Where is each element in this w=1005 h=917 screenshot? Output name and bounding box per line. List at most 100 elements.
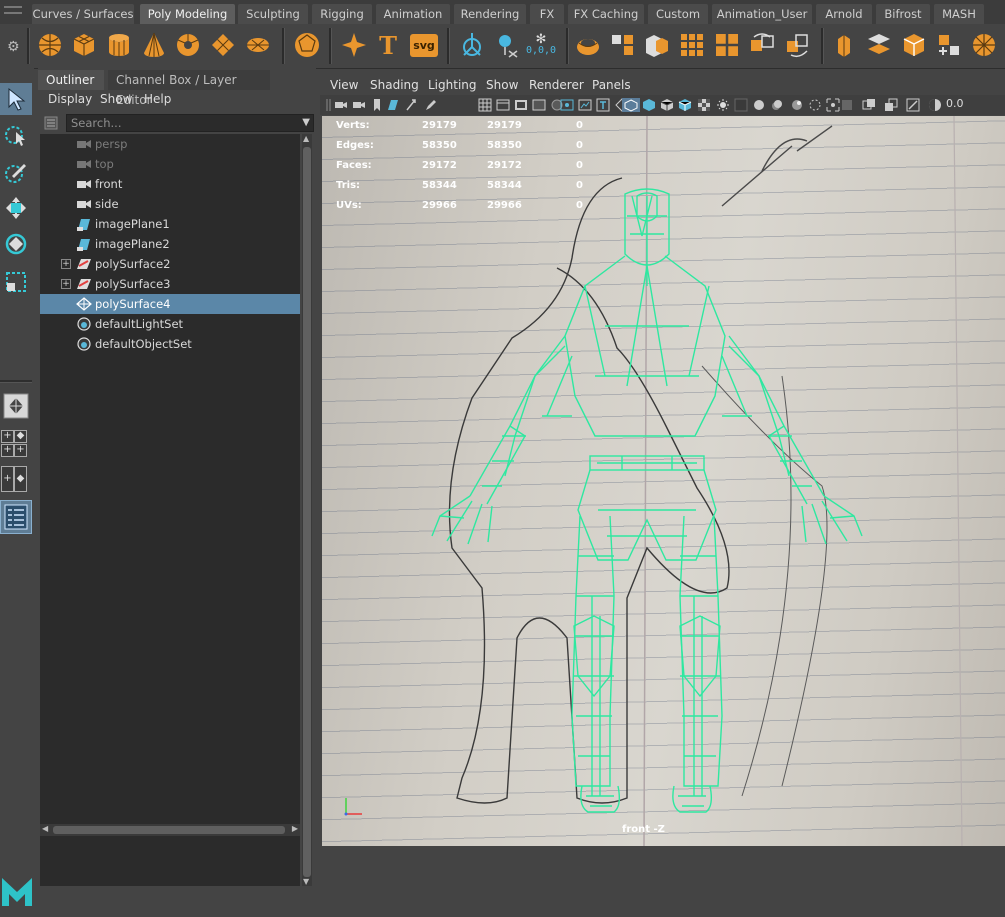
scale-tool-icon[interactable] — [0, 266, 32, 298]
exposure-value[interactable]: 0.0 — [946, 97, 964, 110]
motion-blur-icon[interactable] — [770, 98, 784, 112]
outliner-item-top[interactable]: top — [40, 154, 300, 174]
grease-pencil-icon[interactable] — [424, 98, 438, 112]
shelf-tab-animation-user[interactable]: Animation_User — [712, 4, 812, 24]
poly-cylinder-icon[interactable] — [104, 30, 134, 60]
shelf-tab-custom[interactable]: Custom — [648, 4, 708, 24]
expand-plus-icon[interactable]: + — [61, 259, 71, 269]
layout-icon[interactable]: ◆ — [14, 430, 27, 443]
shelf-tab-bifrost[interactable]: Bifrost — [876, 4, 930, 24]
xray-joints-icon[interactable] — [862, 98, 876, 112]
poly-disc-icon[interactable] — [243, 30, 273, 60]
smooth-icon[interactable] — [642, 30, 672, 60]
outliner-item-polysurface3[interactable]: + polySurface3 — [40, 274, 300, 294]
xray-components-icon[interactable] — [884, 98, 898, 112]
poly-cone-icon[interactable] — [139, 30, 169, 60]
append-polygon-icon[interactable] — [934, 30, 964, 60]
side-by-side-layout-icon[interactable]: + — [1, 466, 14, 492]
screen-space-ao-icon[interactable] — [752, 98, 766, 112]
shelf-tab-sculpting[interactable]: Sculpting — [238, 4, 308, 24]
measure-tool-icon[interactable] — [492, 30, 522, 60]
multi-cut-icon[interactable] — [969, 30, 999, 60]
scroll-up-arrow-icon[interactable]: ▲ — [303, 134, 309, 143]
outliner-item-defaultlightset[interactable]: defaultLightSet — [40, 314, 300, 334]
type-tool-icon[interactable]: T — [373, 30, 403, 60]
layout-icon[interactable]: + — [1, 444, 14, 457]
bookmark-icon[interactable] — [370, 98, 384, 112]
two-d-pan-zoom-icon[interactable] — [404, 98, 418, 112]
four-view-layout-icon[interactable]: + — [1, 430, 14, 443]
scroll-left-arrow-icon[interactable]: ◀ — [42, 824, 48, 833]
menu-display[interactable]: Display — [48, 92, 92, 106]
image-plane-toggle-icon[interactable] — [386, 98, 400, 112]
grid-toggle-icon[interactable] — [478, 98, 492, 112]
checker-textures-icon[interactable] — [697, 98, 711, 112]
outliner-item-defaultobjectset[interactable]: defaultObjectSet — [40, 334, 300, 354]
scrollbar-thumb[interactable] — [303, 147, 311, 877]
platonic-solid-icon[interactable] — [292, 30, 322, 60]
isolate-toggle-icon[interactable] — [826, 98, 840, 112]
outliner-item-side[interactable]: side — [40, 194, 300, 214]
tab-outliner[interactable]: Outliner — [38, 70, 104, 90]
outliner-item-front[interactable]: front — [40, 174, 300, 194]
menu-show[interactable]: Show — [486, 78, 518, 92]
resolution-gate-icon[interactable] — [514, 98, 528, 112]
outliner-vertical-scrollbar[interactable]: ▲ ▼ — [302, 134, 312, 886]
shelf-tab-rendering[interactable]: Rendering — [454, 4, 526, 24]
camera-attributes-icon[interactable] — [352, 98, 366, 112]
outliner-item-polysurface2[interactable]: + polySurface2 — [40, 254, 300, 274]
use-lights-icon[interactable] — [716, 98, 730, 112]
select-tool-icon[interactable] — [0, 83, 32, 115]
smooth-mesh-grid-icon[interactable] — [677, 30, 707, 60]
move-tool-icon[interactable] — [0, 192, 32, 224]
outliner-item-persp[interactable]: persp — [40, 134, 300, 154]
front-view-viewport[interactable]: Verts: 29179 29179 0 Edges: 58350 58350 … — [322, 116, 1005, 846]
select-camera-icon[interactable] — [334, 98, 348, 112]
paint-select-tool-icon[interactable] — [0, 156, 32, 188]
shadows-icon[interactable] — [734, 98, 748, 112]
poly-cube-icon[interactable] — [69, 30, 99, 60]
bridge-icon[interactable] — [864, 30, 894, 60]
safe-title-icon[interactable] — [578, 98, 592, 112]
menu-show[interactable]: Show — [100, 92, 132, 106]
shelf-tab-poly-modeling[interactable]: Poly Modeling — [140, 4, 235, 24]
poly-plane-icon[interactable] — [208, 30, 238, 60]
outliner-item-imageplane1[interactable]: imagePlane1 — [40, 214, 300, 234]
search-options-chevron-down-icon[interactable]: ▼ — [302, 117, 310, 128]
shelf-tab-rigging[interactable]: Rigging — [312, 4, 372, 24]
expand-plus-icon[interactable]: + — [61, 279, 71, 289]
outliner-persp-layout-icon[interactable] — [0, 500, 32, 534]
film-gate-icon[interactable] — [496, 98, 510, 112]
shelf-tab-fx-caching[interactable]: FX Caching — [568, 4, 644, 24]
outliner-item-imageplane2[interactable]: imagePlane2 — [40, 234, 300, 254]
multisample-aa-icon[interactable] — [790, 98, 804, 112]
menu-view[interactable]: View — [330, 78, 358, 92]
menu-shading[interactable]: Shading — [370, 78, 419, 92]
sweep-mesh-star-icon[interactable] — [339, 30, 369, 60]
mirror-icon[interactable] — [747, 30, 777, 60]
separate-icon[interactable] — [608, 30, 638, 60]
shelf-grip-icon[interactable] — [0, 2, 26, 22]
poly-torus-icon[interactable] — [173, 30, 203, 60]
gate-mask-icon[interactable] — [532, 98, 546, 112]
outliner-horizontal-scrollbar[interactable]: ◀ ▶ — [40, 824, 300, 836]
side-by-side-layout-icon[interactable]: ◆ — [14, 466, 27, 492]
textured-icon[interactable] — [678, 98, 692, 112]
reduce-icon[interactable] — [712, 30, 742, 60]
depth-of-field-icon[interactable] — [808, 98, 822, 112]
outliner-search-input[interactable] — [66, 114, 314, 132]
layout-icon[interactable]: + — [14, 444, 27, 457]
poly-sphere-icon[interactable] — [35, 30, 65, 60]
backface-culling-icon[interactable] — [906, 98, 920, 112]
snowflake-coords-icon[interactable]: ✻ 0,0,0 — [526, 30, 556, 60]
mirror-cut-icon[interactable] — [782, 30, 812, 60]
shelf-tab-fx[interactable]: FX — [530, 4, 564, 24]
menu-lighting[interactable]: Lighting — [428, 78, 477, 92]
scroll-right-arrow-icon[interactable]: ▶ — [292, 824, 298, 833]
svg-tool-icon[interactable]: svg — [409, 30, 439, 60]
safe-action-icon[interactable] — [560, 98, 574, 112]
wireframe-on-shaded-icon[interactable] — [660, 98, 674, 112]
xray-icon[interactable] — [840, 98, 854, 112]
wireframe-shading-icon[interactable] — [622, 98, 640, 112]
rotate-tool-icon[interactable] — [0, 228, 32, 260]
